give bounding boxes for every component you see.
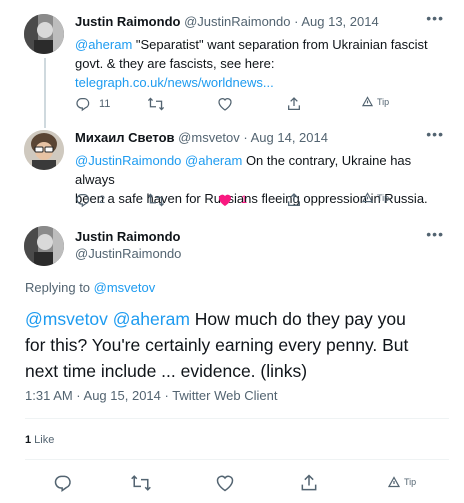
- reply-button[interactable]: 11: [75, 96, 110, 112]
- like-button[interactable]: [215, 473, 235, 493]
- author-name[interactable]: Михаил Светов: [75, 130, 175, 145]
- divider: [25, 459, 449, 460]
- main-tweet-actions: Tip: [25, 473, 449, 495]
- mention-link[interactable]: @msvetov: [25, 309, 108, 329]
- tweet-header: Михаил Светов @msvetov · Aug 14, 2014: [75, 130, 328, 145]
- avatar[interactable]: [24, 226, 64, 266]
- retweet-icon: [131, 475, 151, 491]
- tip-label: Tip: [377, 192, 390, 203]
- mention-link[interactable]: @aheram: [113, 309, 190, 329]
- retweet-icon: [147, 97, 165, 111]
- tweet-text-line: "Separatist" want separation from Ukrain…: [132, 37, 428, 52]
- avatar[interactable]: [24, 14, 64, 54]
- tweet-text: @aheram "Separatist" want separation fro…: [75, 35, 445, 92]
- tip-button[interactable]: Tip: [362, 192, 389, 203]
- tip-button[interactable]: Tip: [388, 476, 416, 488]
- reply-button[interactable]: 2: [75, 192, 105, 208]
- tweet-2[interactable]: Михаил Светов @msvetov · Aug 14, 2014 ••…: [0, 126, 464, 220]
- reply-button[interactable]: [53, 473, 73, 493]
- divider: [25, 418, 449, 419]
- like-count: 1: [241, 194, 248, 206]
- tip-icon: [362, 96, 373, 107]
- share-button[interactable]: [286, 192, 302, 208]
- mention-link[interactable]: @JustinRaimondo: [75, 153, 181, 168]
- like-button[interactable]: 1: [217, 192, 247, 208]
- more-icon[interactable]: •••: [426, 10, 444, 26]
- reply-count: 11: [99, 98, 111, 110]
- author-handle[interactable]: @JustinRaimondo: [184, 14, 290, 29]
- tweet-text-line: for this? You're certainly earning every…: [25, 335, 409, 355]
- tweet-text-line: How much do they pay you: [189, 309, 406, 329]
- main-tweet-text: @msvetov @aheram How much do they pay yo…: [25, 306, 445, 384]
- author-handle[interactable]: @JustinRaimondo: [75, 245, 181, 262]
- share-icon: [288, 193, 300, 206]
- replying-to: Replying to @msvetov: [25, 280, 155, 295]
- mention-link[interactable]: @aheram: [185, 153, 242, 168]
- tweet-header: Justin Raimondo @JustinRaimondo · Aug 13…: [75, 14, 379, 29]
- tip-label: Tip: [377, 96, 390, 107]
- tweet-date[interactable]: · Aug 13, 2014: [294, 14, 379, 29]
- retweet-button[interactable]: [130, 473, 152, 493]
- more-icon[interactable]: •••: [426, 126, 444, 142]
- author-handle[interactable]: @msvetov: [178, 130, 240, 145]
- like-button[interactable]: [217, 96, 233, 112]
- tweet-date[interactable]: · Aug 14, 2014: [243, 130, 328, 145]
- tweet-text-line: govt. & they are fascists, see here:: [75, 56, 275, 71]
- replying-to-link[interactable]: @msvetov: [94, 280, 156, 295]
- retweet-button[interactable]: [147, 192, 165, 208]
- author-name[interactable]: Justin Raimondo: [75, 14, 180, 29]
- share-icon: [288, 97, 300, 110]
- share-icon: [301, 474, 317, 491]
- heart-icon: [218, 98, 232, 111]
- heart-icon: [216, 475, 234, 492]
- reply-icon: [76, 194, 90, 208]
- tip-icon: [362, 192, 373, 203]
- tweet-1[interactable]: Justin Raimondo @JustinRaimondo · Aug 13…: [0, 10, 464, 128]
- mention-link[interactable]: @aheram: [75, 37, 132, 52]
- author-name[interactable]: Justin Raimondo: [75, 228, 181, 245]
- share-button[interactable]: [286, 96, 302, 112]
- retweet-button[interactable]: [147, 96, 165, 112]
- likes-label: Like: [31, 434, 55, 446]
- url-link[interactable]: telegraph.co.uk/news/worldnews...: [75, 75, 274, 90]
- likes-count[interactable]: 1 Like: [25, 434, 54, 446]
- tweet-actions: 11 Tip: [75, 96, 415, 116]
- tip-button[interactable]: Tip: [362, 96, 389, 107]
- reply-icon: [76, 98, 90, 112]
- heart-icon: [219, 194, 231, 206]
- tweet-text-line: next time include ... evidence. (links): [25, 361, 308, 381]
- more-icon[interactable]: •••: [426, 226, 444, 242]
- reply-icon: [54, 475, 71, 492]
- reply-count: 2: [99, 194, 106, 206]
- tip-icon: [388, 476, 400, 488]
- retweet-icon: [147, 193, 165, 207]
- thread-line: [44, 58, 46, 128]
- avatar[interactable]: [24, 130, 64, 170]
- tweet-timestamp[interactable]: 1:31 AM · Aug 15, 2014 · Twitter Web Cli…: [25, 388, 277, 403]
- main-tweet-header: Justin Raimondo @JustinRaimondo: [75, 228, 181, 262]
- replying-prefix: Replying to: [25, 280, 94, 295]
- share-button[interactable]: [299, 473, 319, 493]
- tweet-actions: 2 1 Tip: [75, 192, 415, 212]
- tip-label: Tip: [404, 477, 417, 487]
